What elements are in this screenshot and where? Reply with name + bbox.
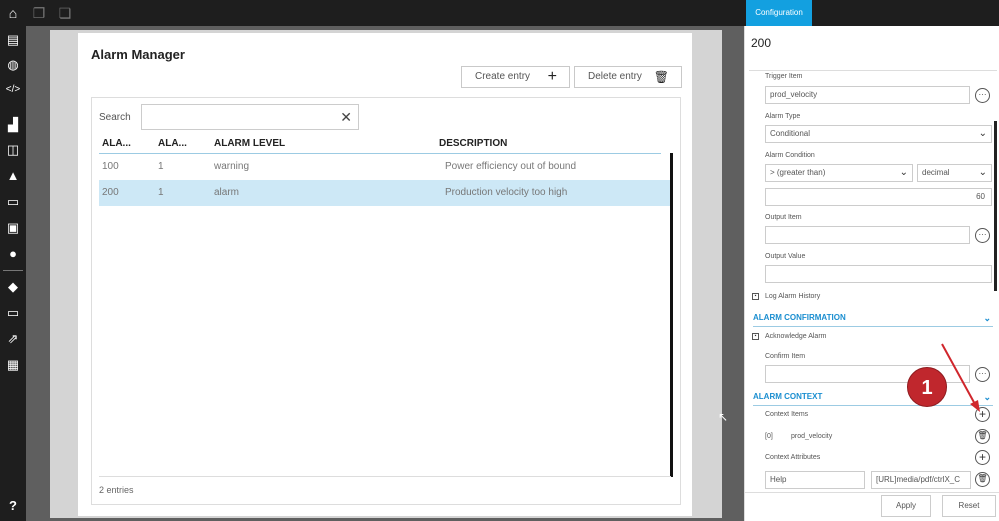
cell: warning — [214, 161, 250, 172]
alarm-type-label: Alarm Type — [765, 113, 801, 120]
trigger-item-field[interactable]: prod_velocity — [765, 86, 970, 104]
column-header[interactable]: ALA... — [102, 138, 131, 149]
column-header[interactable]: DESCRIPTION — [439, 138, 507, 149]
cell: 200 — [102, 187, 119, 198]
context-items-label: Context Items — [765, 411, 809, 418]
context-item-index: [0] — [765, 433, 773, 440]
condition-value-field[interactable]: 60 — [765, 188, 992, 206]
help-icon[interactable]: ? — [5, 498, 21, 514]
alarm-list: Search ✕ ALA... ALA... ALARM LEVEL DESCR… — [91, 97, 681, 505]
alarm-type-select[interactable]: Conditional ⌄ — [765, 125, 992, 143]
condition-type-value: decimal — [922, 168, 950, 177]
plus-icon: + — [547, 68, 557, 85]
acknowledge-label: Acknowledge Alarm — [765, 333, 827, 340]
config-tabbar: Configuration — [744, 0, 999, 26]
chevron-down-icon: ⌄ — [978, 167, 987, 178]
acknowledge-checkbox[interactable]: ▪ — [752, 333, 759, 340]
package-icon[interactable]: ◆ — [5, 279, 21, 295]
add-context-attribute-icon[interactable]: + — [975, 450, 990, 465]
chevron-down-icon: ⌄ — [899, 167, 908, 178]
mouse-cursor-icon: ↖ — [718, 410, 729, 424]
create-entry-label: Create entry — [475, 71, 531, 82]
condition-type-select[interactable]: decimal ⌄ — [917, 164, 992, 182]
output-value-label: Output Value — [765, 253, 806, 260]
cell: 1 — [158, 187, 164, 198]
trash-icon: 🗑 — [653, 70, 669, 84]
attribute-value-field[interactable]: [URL]media/pdf/ctrlX_C — [871, 471, 971, 489]
report-icon[interactable]: ▣ — [5, 220, 21, 236]
alarm-confirmation-title: ALARM CONFIRMATION — [753, 313, 846, 322]
table-row[interactable]: 100 1 warning Power efficiency out of bo… — [99, 154, 671, 180]
alarm-condition-label: Alarm Condition — [765, 152, 815, 159]
export-icon[interactable]: ⇗ — [5, 331, 21, 347]
alarm-manager-panel: Alarm Manager Create entry + Delete entr… — [78, 33, 692, 516]
condition-operator-value: > (greater than) — [770, 168, 826, 177]
table-header: ALA... ALA... ALARM LEVEL DESCRIPTION — [99, 138, 661, 154]
left-sidebar: ▤ ◍ </> ▟ ◫ ▲ ▭ ▣ ● ◆ ▭ ⇗ ▦ ? — [0, 26, 26, 521]
apply-button[interactable]: Apply — [881, 495, 931, 517]
confirm-item-label: Confirm Item — [765, 353, 806, 360]
device-icon[interactable]: ▭ — [5, 194, 21, 210]
column-header[interactable]: ALA... — [158, 138, 187, 149]
context-attributes-label: Context Attributes — [765, 454, 821, 461]
paste-icon[interactable]: ❏ — [57, 5, 73, 21]
cell: alarm — [214, 187, 240, 198]
globe-icon[interactable]: ◍ — [5, 57, 21, 73]
create-entry-button[interactable]: Create entry + — [461, 66, 570, 88]
code-icon[interactable]: </> — [5, 82, 21, 98]
search-label: Search — [99, 112, 131, 123]
alarm-icon[interactable]: ▲ — [5, 168, 21, 184]
output-value-field[interactable] — [765, 265, 992, 283]
alarm-type-value: Conditional — [770, 129, 811, 138]
list-scrollbar[interactable] — [670, 153, 673, 477]
delete-attribute-icon[interactable]: 🗑 — [975, 472, 990, 487]
condition-operator-select[interactable]: > (greater than) ⌄ — [765, 164, 913, 182]
output-item-more-button[interactable]: ··· — [975, 228, 990, 243]
display-settings-icon[interactable]: ▭ — [5, 305, 21, 321]
trigger-item-label: Trigger Item — [765, 73, 803, 80]
clear-icon[interactable]: ✕ — [340, 109, 352, 126]
factory-icon[interactable]: ▟ — [5, 117, 21, 133]
config-scrollbar[interactable] — [994, 121, 997, 291]
sidebar-divider — [3, 270, 23, 271]
cell: Production velocity too high — [445, 187, 568, 198]
user-icon[interactable]: ● — [5, 246, 21, 262]
config-form: Trigger Item prod_velocity ··· Alarm Typ… — [749, 70, 997, 490]
reset-button[interactable]: Reset — [942, 495, 996, 517]
copy-icon[interactable]: ❐ — [31, 5, 47, 21]
search-input[interactable]: ✕ — [141, 104, 359, 130]
cell: 100 — [102, 161, 119, 172]
log-history-label: Log Alarm History — [765, 293, 821, 300]
table-row[interactable]: 200 1 alarm Production velocity too high — [99, 180, 671, 206]
delete-entry-button[interactable]: Delete entry 🗑 — [574, 66, 682, 88]
chevron-down-icon: ⌄ — [983, 313, 991, 323]
config-title: 200 — [751, 36, 772, 50]
alarm-context-title: ALARM CONTEXT — [753, 392, 823, 401]
delete-context-item-icon[interactable]: 🗑 — [975, 429, 990, 444]
output-item-label: Output Item — [765, 214, 802, 221]
tab-configuration[interactable]: Configuration — [746, 0, 812, 26]
context-item-value: prod_velocity — [791, 433, 833, 440]
annotation-arrow-icon — [941, 343, 980, 412]
cell: 1 — [158, 161, 164, 172]
log-history-checkbox[interactable]: ▪ — [752, 293, 759, 300]
panel-title: Alarm Manager — [91, 47, 185, 62]
alarm-confirmation-header[interactable]: ALARM CONFIRMATION ⌄ — [753, 311, 993, 327]
config-footer: Apply Reset — [745, 492, 999, 521]
column-header[interactable]: ALARM LEVEL — [214, 138, 285, 149]
dashboard-icon[interactable]: ▤ — [5, 32, 21, 48]
output-item-field[interactable] — [765, 226, 970, 244]
delete-entry-label: Delete entry — [588, 71, 642, 82]
entries-count: 2 entries — [99, 485, 134, 495]
configuration-panel: 200 Trigger Item prod_velocity ··· Alarm… — [744, 26, 999, 521]
home-icon[interactable]: ⌂ — [5, 5, 21, 21]
chart-icon[interactable]: ◫ — [5, 142, 21, 158]
trigger-item-more-button[interactable]: ··· — [975, 88, 990, 103]
divider — [99, 476, 671, 477]
grid-icon[interactable]: ▦ — [5, 357, 21, 373]
attribute-key-field[interactable]: Help — [765, 471, 865, 489]
chevron-down-icon: ⌄ — [978, 128, 987, 139]
cell: Power efficiency out of bound — [445, 161, 577, 172]
